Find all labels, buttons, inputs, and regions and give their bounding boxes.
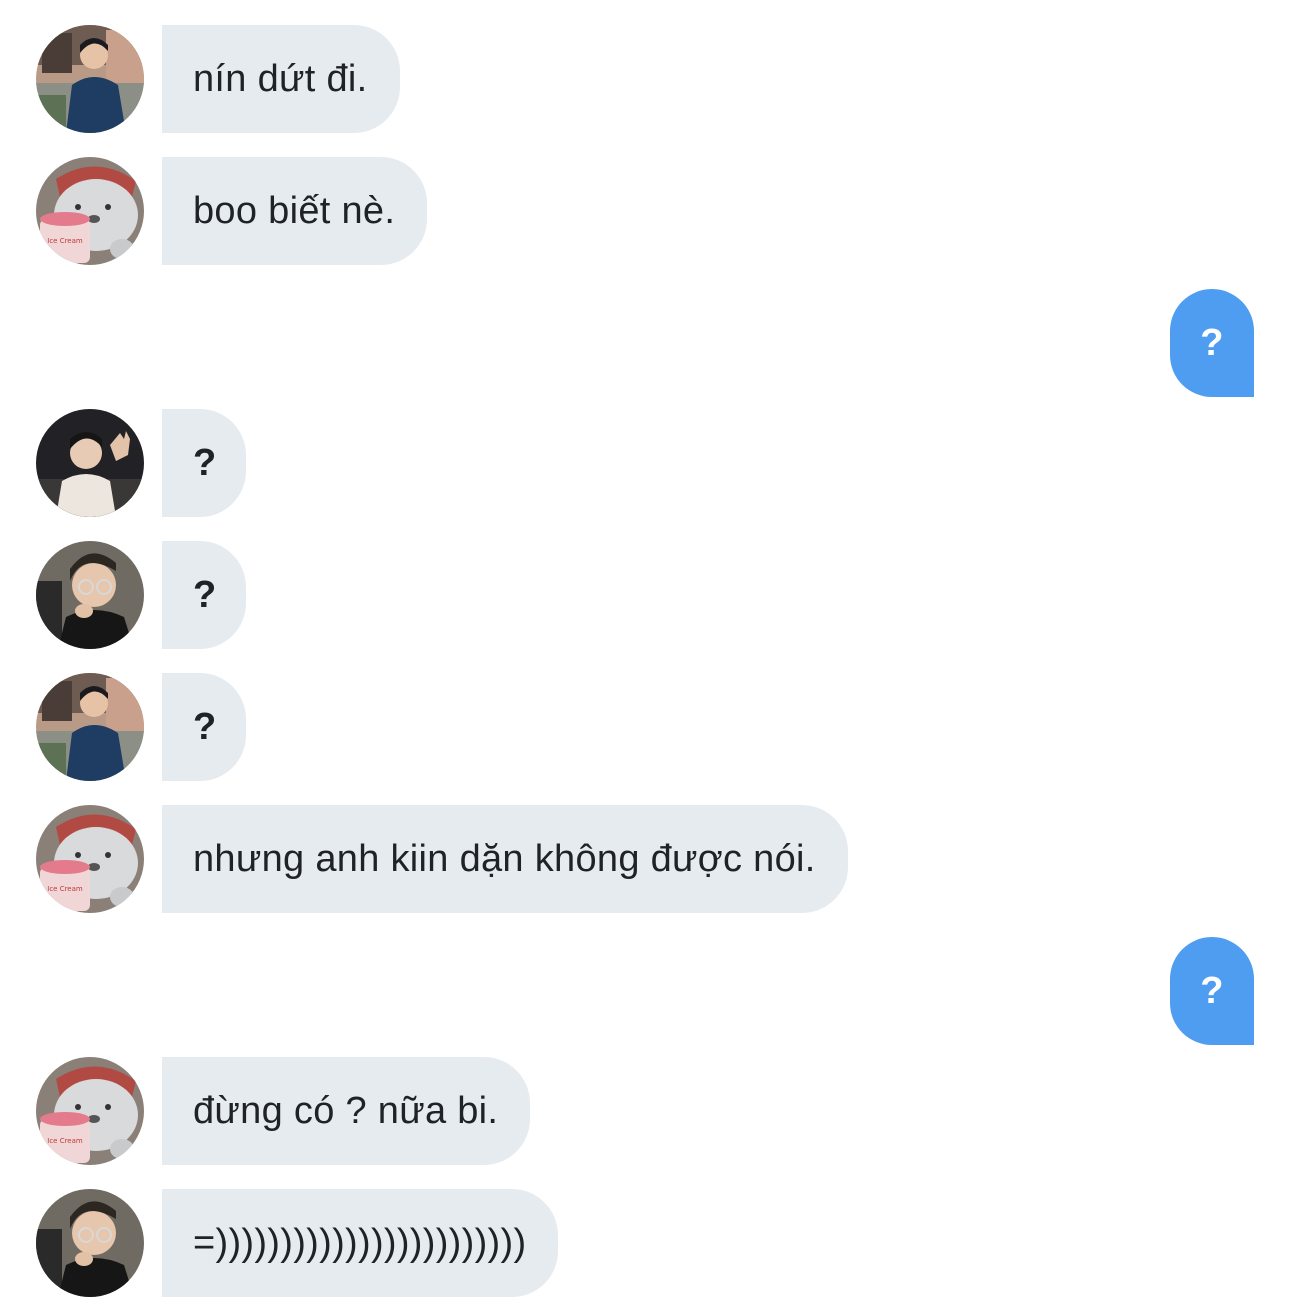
avatar[interactable] [36,157,144,265]
avatar[interactable] [36,1189,144,1297]
message-bubble-outgoing[interactable]: ? [1170,289,1254,397]
message-bubble-incoming[interactable]: ? [162,673,246,781]
message-row: ? [0,541,1290,649]
message-row: ? [0,289,1290,397]
avatar[interactable] [36,1057,144,1165]
message-bubble-incoming[interactable]: nhưng anh kiin dặn không được nói. [162,805,848,913]
message-row: nín dứt đi. [0,25,1290,133]
message-bubble-incoming[interactable]: =)))))))))))))))))))))))) [162,1189,559,1297]
message-bubble-outgoing[interactable]: ? [1170,937,1254,1045]
message-bubble-incoming[interactable]: đừng có ? nữa bi. [162,1057,531,1165]
avatar[interactable] [36,409,144,517]
message-row: ? [0,937,1290,1045]
message-row: nhưng anh kiin dặn không được nói. [0,805,1290,913]
avatar[interactable] [36,541,144,649]
message-row: boo biết nè. [0,157,1290,265]
message-bubble-incoming[interactable]: nín dứt đi. [162,25,400,133]
message-row: ? [0,673,1290,781]
avatar[interactable] [36,805,144,913]
message-row: ? [0,409,1290,517]
message-bubble-incoming[interactable]: ? [162,541,246,649]
avatar[interactable] [36,25,144,133]
message-row: đừng có ? nữa bi. [0,1057,1290,1165]
message-row: =)))))))))))))))))))))))) [0,1189,1290,1297]
avatar[interactable] [36,673,144,781]
message-bubble-incoming[interactable]: boo biết nè. [162,157,428,265]
message-bubble-incoming[interactable]: ? [162,409,246,517]
